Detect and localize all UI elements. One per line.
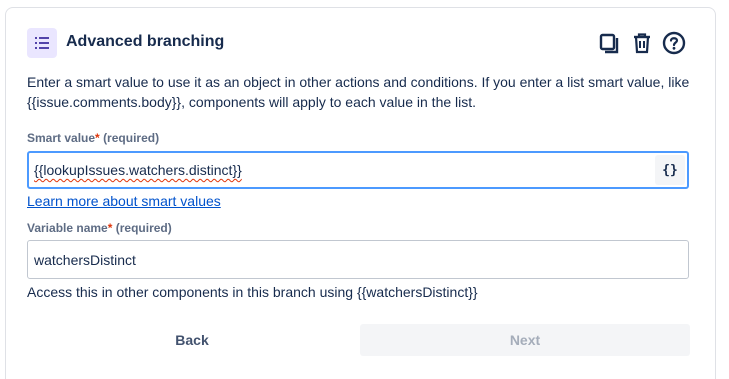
back-button[interactable]: Back xyxy=(27,324,357,356)
copy-icon[interactable] xyxy=(596,30,622,56)
smart-value-input[interactable]: {{lookupIssues.watchers.distinct}} {} xyxy=(27,151,689,189)
next-button[interactable]: Next xyxy=(360,324,690,356)
help-circle-icon[interactable] xyxy=(661,30,687,56)
required-mark: * xyxy=(107,221,113,235)
insert-smart-value-button[interactable]: {} xyxy=(655,155,685,185)
smart-value-label: Smart value* (required) xyxy=(27,131,160,145)
required-mark: * xyxy=(95,131,100,145)
variable-name-input[interactable]: watchersDistinct xyxy=(27,240,689,279)
page-title: Advanced branching xyxy=(66,33,225,50)
description-text: Enter a smart value to use it as an obje… xyxy=(27,74,690,110)
learn-more-link[interactable]: Learn more about smart values xyxy=(27,193,221,209)
trash-icon[interactable] xyxy=(629,30,655,56)
variable-name-label: Variable name* (required) xyxy=(27,221,172,235)
list-icon xyxy=(27,28,57,58)
variable-name-helper: Access this in other components in this … xyxy=(27,284,478,300)
